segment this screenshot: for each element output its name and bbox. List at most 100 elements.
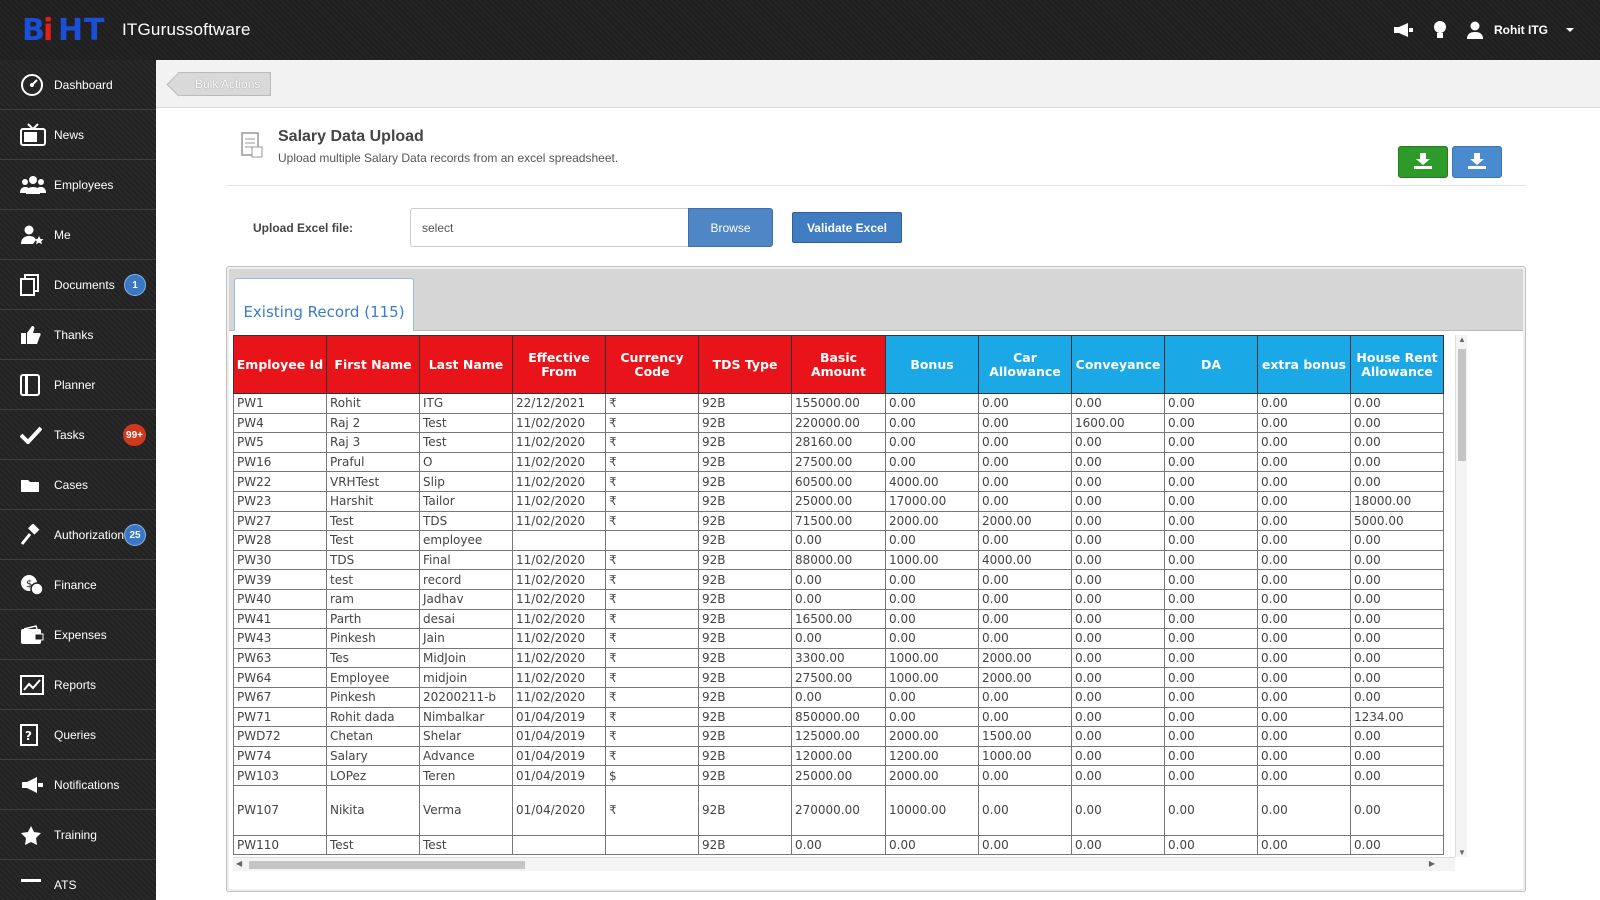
table-row[interactable]: PW1 Rohit ITG 22/12/2021 ₹92B 155000.00 0.00 0.…: [233, 393, 1444, 414]
table-row[interactable]: PW63 Tes MidJoin 11/02/2020 ₹92B 3300.00 1000.…: [233, 647, 1444, 669]
column-header[interactable]: Effective From: [512, 335, 606, 394]
table-cell: 0.00: [1350, 549, 1444, 571]
download-data-button[interactable]: [1452, 146, 1502, 178]
table-row[interactable]: PW16 Praful O 11/02/2020 ₹92B 27500.00 0.00 0.0…: [233, 451, 1444, 473]
table-cell: 0.00: [1164, 686, 1258, 708]
table-cell: ₹: [605, 569, 699, 590]
table-row[interactable]: PW39 test record 11/02/2020 ₹92B 0.00 0.00 0.00…: [233, 569, 1444, 590]
scroll-right-icon[interactable]: ▶: [1429, 859, 1435, 868]
table-cell: 11/02/2020: [512, 588, 606, 610]
table-cell: Test: [326, 510, 420, 532]
table-row[interactable]: PW67 Pinkesh 20200211-b 11/02/2020 ₹92B 0.00 0…: [233, 686, 1444, 708]
brand-logo[interactable]: B i H T: [22, 12, 114, 46]
table-row[interactable]: PW43 Pinkesh Jain 11/02/2020 ₹92B 0.00 0.00 0.0…: [233, 628, 1444, 649]
validate-excel-button[interactable]: Validate Excel: [792, 212, 902, 243]
vertical-scroll-thumb[interactable]: [1458, 349, 1466, 461]
table-cell: 92B: [698, 393, 792, 414]
download-icon: [1414, 152, 1432, 172]
column-header[interactable]: Employee Id: [233, 335, 327, 394]
sidebar-item-reports[interactable]: Reports: [0, 660, 156, 710]
sidebar-item-dashboard[interactable]: Dashboard: [0, 60, 156, 110]
table-cell: 0.00: [1164, 471, 1258, 492]
sidebar-item-training[interactable]: Training: [0, 810, 156, 860]
table-cell: 0.00: [1164, 628, 1258, 649]
table-row[interactable]: PW4 Raj 2 Test 11/02/2020 ₹92B 220000.00 0.00 0…: [233, 412, 1444, 434]
sidebar-item-ats[interactable]: ATS: [0, 860, 156, 900]
column-header[interactable]: Conveyance: [1071, 335, 1165, 394]
table-cell: 92B: [698, 686, 792, 708]
column-header[interactable]: Car Allowance: [978, 335, 1072, 394]
column-header[interactable]: TDS Type: [698, 335, 792, 394]
table-row[interactable]: PW28 Test employee 92B 0.00 0.00 0.00 0.00 0.00 0…: [233, 530, 1444, 551]
caret-down-icon[interactable]: [1566, 27, 1574, 33]
user-icon[interactable]: [1466, 21, 1484, 39]
column-header[interactable]: Last Name: [419, 335, 513, 394]
scroll-up-icon[interactable]: ▲: [1458, 335, 1466, 344]
sidebar-item-queries[interactable]: ? Queries: [0, 710, 156, 760]
column-header[interactable]: Basic Amount: [791, 335, 886, 394]
table-row[interactable]: PW64 Employee midjoin 11/02/2020 ₹92B 27500.0…: [233, 667, 1444, 688]
sidebar-item-authorizations[interactable]: Authorizations 25: [0, 510, 156, 560]
table-cell: 0.00: [1071, 393, 1165, 414]
table-row[interactable]: PW30 TDS Final 11/02/2020 ₹92B 88000.00 1000.0…: [233, 549, 1444, 571]
upload-file-field[interactable]: [410, 208, 690, 247]
table-cell: Praful: [326, 451, 420, 473]
column-header[interactable]: Bonus: [885, 335, 979, 394]
table-row[interactable]: PW103 LOPez Teren 01/04/2019 $92B 25000.00 200…: [233, 765, 1444, 786]
table-cell: ₹: [605, 490, 699, 512]
sidebar-item-documents[interactable]: Documents 1: [0, 260, 156, 310]
table-cell: 92B: [698, 667, 792, 688]
sidebar-item-finance[interactable]: $ Finance: [0, 560, 156, 610]
horizontal-scroll-thumb[interactable]: [249, 861, 525, 869]
user-name[interactable]: Rohit ITG: [1494, 23, 1548, 37]
column-header[interactable]: Currency Code: [605, 335, 699, 394]
sidebar-item-employees[interactable]: Employees: [0, 160, 156, 210]
table-row[interactable]: PW110 Test Test 92B 0.00 0.00 0.00 0.00 0.00 0.00…: [233, 834, 1444, 856]
table-scroll-area[interactable]: Employee Id First Name Last Name Effective …: [233, 335, 1451, 857]
sidebar-item-label: Employees: [54, 177, 114, 192]
table-row[interactable]: PWD72 Chetan Shelar 01/04/2019 ₹92B 125000.00…: [233, 726, 1444, 747]
tab-existing-record[interactable]: Existing Record (115): [234, 278, 414, 331]
table-row[interactable]: PW27 Test TDS 11/02/2020 ₹92B 71500.00 2000.00…: [233, 510, 1444, 532]
vertical-scrollbar[interactable]: ▲ ▼: [1455, 335, 1467, 857]
page-subtitle: Upload multiple Salary Data records from…: [278, 151, 619, 165]
table-cell: [605, 834, 699, 856]
sidebar-item-notifications[interactable]: Notifications: [0, 760, 156, 810]
download-template-button[interactable]: [1398, 146, 1448, 178]
table-row[interactable]: PW5 Raj 3 Test 11/02/2020 ₹92B 28160.00 0.00 0.…: [233, 432, 1444, 453]
table-cell: 0.00: [791, 834, 886, 856]
table-row[interactable]: PW22 VRHTest Slip 11/02/2020 ₹92B 60500.00 400…: [233, 471, 1444, 492]
table-row[interactable]: PW71 Rohit dada Nimbalkar 01/04/2019 ₹92B 850…: [233, 706, 1444, 728]
sidebar-item-news[interactable]: News: [0, 110, 156, 160]
table-row[interactable]: PW41 Parth desai 11/02/2020 ₹92B 16500.00 0.00…: [233, 608, 1444, 630]
table-row[interactable]: PW23 Harshit Tailor 11/02/2020 ₹92B 25000.00 1…: [233, 490, 1444, 512]
column-header[interactable]: First Name: [326, 335, 420, 394]
table-cell: 1000.00: [885, 647, 979, 669]
table-cell: 0.00: [1164, 765, 1258, 786]
table-row[interactable]: PW107 Nikita Verma 01/04/2020 ₹92B 270000.00 1…: [233, 784, 1444, 836]
sidebar-item-expenses[interactable]: Expenses: [0, 610, 156, 660]
chart-line-icon: [20, 673, 48, 697]
table-row[interactable]: PW74 Salary Advance 01/04/2019 ₹92B 12000.00 1…: [233, 745, 1444, 767]
table-cell: Tes: [326, 647, 420, 669]
sidebar-item-me[interactable]: Me: [0, 210, 156, 260]
browse-button[interactable]: Browse: [688, 208, 773, 247]
horizontal-scrollbar[interactable]: ◀ ▶: [233, 857, 1455, 871]
column-header[interactable]: extra bonus: [1257, 335, 1351, 394]
bulk-actions-button[interactable]: Bulk Actions: [178, 72, 272, 96]
sidebar-item-planner[interactable]: Planner: [0, 360, 156, 410]
table-row[interactable]: PW40 ram Jadhav 11/02/2020 ₹92B 0.00 0.00 0.00 0…: [233, 588, 1444, 610]
sidebar-item-tasks[interactable]: Tasks 99+: [0, 410, 156, 460]
scroll-left-icon[interactable]: ◀: [236, 859, 242, 868]
lightbulb-icon[interactable]: [1432, 20, 1448, 40]
table-cell: Employee: [326, 667, 420, 688]
sidebar-item-thanks[interactable]: Thanks: [0, 310, 156, 360]
column-header[interactable]: DA: [1164, 335, 1258, 394]
column-header[interactable]: House Rent Allowance: [1350, 335, 1444, 394]
sidebar-item-cases[interactable]: Cases: [0, 460, 156, 510]
table-cell: Advance: [419, 745, 513, 767]
megaphone-icon[interactable]: [1392, 22, 1414, 38]
scroll-down-icon[interactable]: ▼: [1458, 848, 1466, 857]
table-cell: 0.00: [1350, 412, 1444, 434]
table-cell: ITG: [419, 393, 513, 414]
